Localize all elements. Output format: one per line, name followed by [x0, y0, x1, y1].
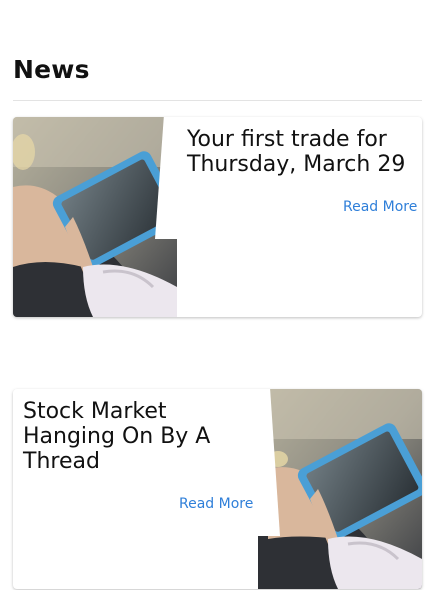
- news-heading: News: [13, 55, 90, 84]
- article-title: Your first trade for Thursday, March 29: [187, 127, 406, 177]
- heading-divider: [13, 100, 422, 101]
- read-more-link[interactable]: Read More: [179, 496, 253, 512]
- read-more-link[interactable]: Read More: [343, 199, 417, 215]
- news-card: Stock Market Hanging On By A Thread Read…: [13, 389, 422, 589]
- tablet-photo-illustration: [13, 117, 177, 317]
- article-photo: [258, 389, 422, 589]
- news-card: Your first trade for Thursday, March 29 …: [13, 117, 422, 317]
- tablet-photo-illustration: [258, 389, 422, 589]
- article-photo: [13, 117, 177, 317]
- article-title: Stock Market Hanging On By A Thread: [23, 399, 211, 474]
